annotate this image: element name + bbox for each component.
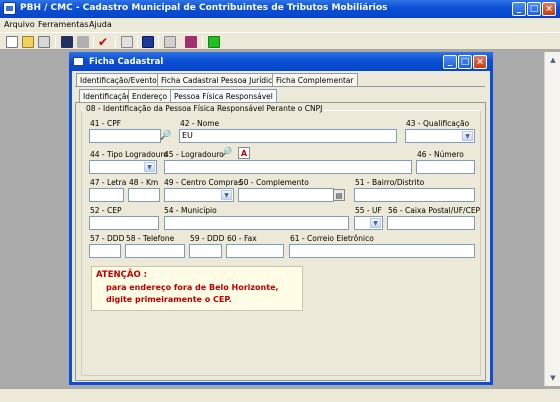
- qualificacao-label: 43 - Qualificação: [406, 119, 470, 128]
- toolbar-separator: [55, 36, 56, 48]
- document-icon[interactable]: [121, 36, 133, 48]
- menubar: Arquivo Ferramentas Ajuda: [0, 18, 560, 32]
- alert-box: ATENÇÃO : para endereço fora de Belo Hor…: [91, 266, 303, 311]
- minimize-button[interactable]: _: [512, 2, 526, 16]
- menu-ajuda[interactable]: Ajuda: [89, 20, 112, 29]
- vertical-scrollbar[interactable]: ▲ ▼: [544, 52, 560, 386]
- ddd-fax-input[interactable]: [189, 244, 222, 258]
- window-icon: [73, 57, 84, 66]
- logradouro-label: 45 - Logradouro: [164, 150, 224, 159]
- checkmark-icon[interactable]: ✔: [98, 36, 110, 48]
- tree-icon[interactable]: [38, 36, 50, 48]
- tipo-logradouro-label: 44 - Tipo Logradouro: [90, 150, 168, 159]
- books-icon[interactable]: [185, 36, 197, 48]
- calculator-icon[interactable]: [142, 36, 154, 48]
- scroll-down-icon[interactable]: ▼: [547, 372, 559, 384]
- cpf-input[interactable]: [89, 129, 161, 143]
- telefone-label: 58 - Telefone: [126, 234, 175, 243]
- child-minimize-button[interactable]: _: [443, 55, 457, 69]
- cpf-label: 41 - CPF: [90, 119, 122, 128]
- menu-arquivo[interactable]: Arquivo: [4, 20, 35, 29]
- tab-endereco[interactable]: Endereço: [128, 89, 172, 102]
- toolbar-separator: [115, 36, 116, 48]
- section-title: 08 - Identificação da Pessoa Física Resp…: [84, 104, 325, 113]
- fax-label: 60 - Fax: [227, 234, 257, 243]
- bairro-label: 51 - Bairro/Distrito: [355, 178, 425, 187]
- tab-ficha-complementar[interactable]: Ficha Complementar: [272, 73, 358, 86]
- child-maximize-button[interactable]: □: [458, 55, 472, 69]
- nome-input[interactable]: EU: [179, 129, 397, 143]
- search-icon[interactable]: 🔎: [221, 147, 233, 159]
- new-file-icon[interactable]: [6, 36, 18, 48]
- alert-title: ATENÇÃO :: [96, 270, 148, 280]
- child-titlebar: Ficha Cadastral _ □ ×: [69, 52, 493, 71]
- exit-icon[interactable]: [208, 36, 220, 48]
- scroll-up-icon[interactable]: ▲: [547, 54, 559, 66]
- delete-icon[interactable]: [77, 36, 89, 48]
- numero-input[interactable]: [416, 160, 475, 174]
- toolbar-separator: [202, 36, 203, 48]
- tab-identificacao[interactable]: Identificação: [79, 89, 136, 102]
- chevron-down-icon[interactable]: ▼: [221, 190, 232, 200]
- tab-ficha-pessoa-juridica[interactable]: Ficha Cadastral Pessoa Jurídica: [157, 73, 281, 86]
- menu-ferramentas[interactable]: Ferramentas: [38, 20, 88, 29]
- tab-divider: [75, 86, 485, 87]
- child-title: Ficha Cadastral: [89, 57, 164, 67]
- maximize-button[interactable]: □: [527, 2, 541, 16]
- centro-compras-label: 49 - Centro Compras: [164, 178, 242, 187]
- complemento-label: 50 - Complemento: [239, 178, 309, 187]
- toolbar-separator: [158, 36, 159, 48]
- municipio-input[interactable]: [164, 216, 349, 230]
- nome-label: 42 - Nome: [180, 119, 220, 128]
- ddd-telefone-label: 57 - DDD: [90, 234, 125, 243]
- tab-identificacao-eventos[interactable]: Identificação/Eventos: [76, 73, 165, 86]
- ddd-fax-label: 59 - DDD: [190, 234, 225, 243]
- telefone-input[interactable]: [125, 244, 185, 258]
- toolbar-separator: [137, 36, 138, 48]
- logradouro-input[interactable]: [164, 160, 412, 174]
- letra-label: 47 - Letra: [90, 178, 127, 187]
- toolbar: ✔: [0, 32, 560, 50]
- save-disk-icon[interactable]: [61, 36, 73, 48]
- cep-input[interactable]: [89, 216, 159, 230]
- copy-icon[interactable]: [164, 36, 176, 48]
- fax-input[interactable]: [226, 244, 284, 258]
- chevron-down-icon[interactable]: ▼: [462, 131, 473, 141]
- numero-label: 46 - Número: [417, 150, 464, 159]
- cep-label: 52 - CEP: [90, 206, 122, 215]
- letter-a-icon[interactable]: A: [238, 147, 250, 159]
- chevron-down-icon[interactable]: ▼: [144, 162, 155, 172]
- complemento-input[interactable]: [238, 188, 334, 202]
- tab-pessoa-fisica-responsavel[interactable]: Pessoa Física Responsável: [170, 89, 277, 102]
- alert-line-1: para endereço fora de Belo Horizonte,: [106, 283, 279, 292]
- municipio-label: 54 - Município: [164, 206, 217, 215]
- app-icon: [3, 2, 16, 15]
- chevron-down-icon[interactable]: ▼: [370, 218, 381, 228]
- open-folder-icon[interactable]: [22, 36, 34, 48]
- search-icon[interactable]: 🔎: [160, 130, 172, 142]
- email-label: 61 - Correio Eletrônico: [290, 234, 374, 243]
- child-close-button[interactable]: ×: [473, 55, 487, 69]
- caixa-postal-label: 56 - Caixa Postal/UF/CEP: [388, 206, 481, 215]
- caixa-postal-input[interactable]: [387, 216, 475, 230]
- close-button[interactable]: ×: [542, 2, 556, 16]
- ddd-telefone-input[interactable]: [89, 244, 121, 258]
- km-input[interactable]: [128, 188, 160, 202]
- app-titlebar: PBH / CMC - Cadastro Municipal de Contri…: [0, 0, 560, 18]
- toolbar-separator: [93, 36, 94, 48]
- km-label: 48 - Km: [129, 178, 159, 187]
- bairro-input[interactable]: [354, 188, 475, 202]
- statusbar: [0, 388, 560, 402]
- letra-input[interactable]: [89, 188, 124, 202]
- email-input[interactable]: [289, 244, 475, 258]
- lookup-icon[interactable]: ▤: [333, 189, 345, 201]
- alert-line-2: digite primeiramente o CEP.: [106, 295, 232, 304]
- uf-label: 55 - UF: [355, 206, 382, 215]
- app-title: PBH / CMC - Cadastro Municipal de Contri…: [20, 3, 388, 13]
